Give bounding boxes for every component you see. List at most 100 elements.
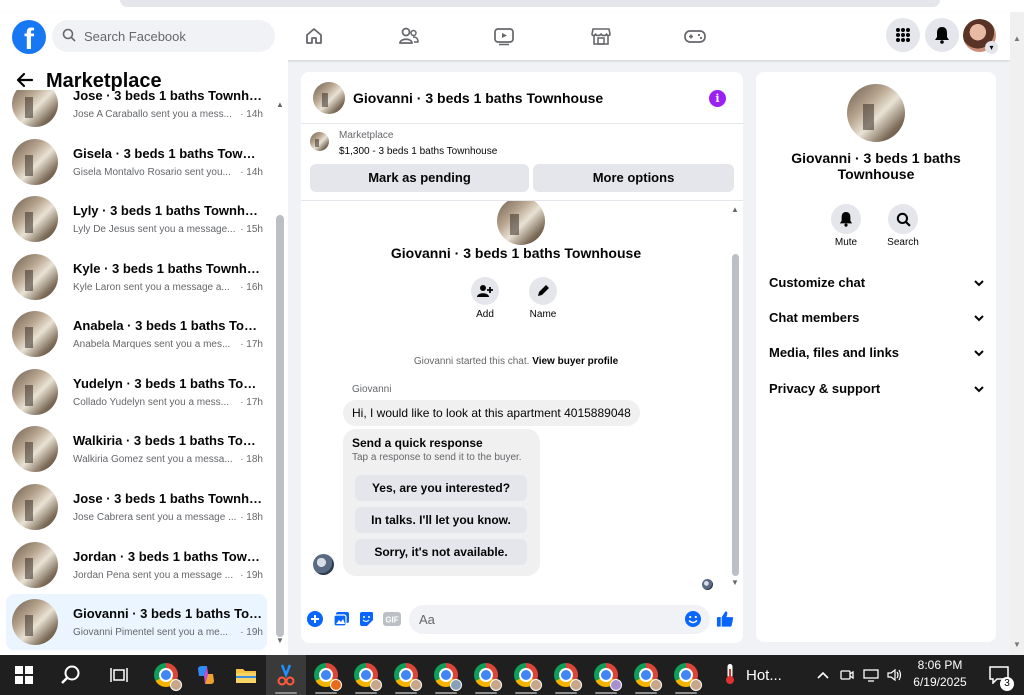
- conversation-item[interactable]: Gisela · 3 beds 1 baths Townhou... Gisela…: [6, 134, 267, 190]
- more-options-button[interactable]: More options: [533, 164, 734, 192]
- chat-started-notice: Giovanni started this chat. View buyer p…: [301, 356, 731, 367]
- sidebar-scrollbar[interactable]: ▲ ▼: [275, 100, 285, 648]
- listing-profile-thumbnail[interactable]: [847, 84, 905, 142]
- scroll-down-icon[interactable]: ▼: [731, 578, 739, 587]
- conversation-item[interactable]: Anabela · 3 beds 1 baths Townh... Anabela…: [6, 306, 267, 362]
- meet-now-icon[interactable]: [838, 655, 856, 695]
- conversation-title: Yudelyn · 3 beds 1 baths Townh...: [73, 376, 263, 391]
- bell-icon[interactable]: [925, 18, 959, 52]
- listing-thumbnail: [12, 90, 58, 127]
- section-label: Privacy & support: [769, 381, 881, 396]
- chrome-icon[interactable]: [146, 655, 186, 695]
- bell-icon[interactable]: [831, 204, 861, 234]
- windows-start-icon[interactable]: [6, 655, 42, 695]
- conversation-item[interactable]: Kyle · 3 beds 1 baths Townhouse Kyle Laro…: [6, 249, 267, 305]
- chrome-icon[interactable]: [546, 655, 586, 695]
- friends-icon[interactable]: [396, 24, 422, 48]
- chrome-icon[interactable]: [426, 655, 466, 695]
- media-files-links-section[interactable]: Media, files and links: [769, 345, 984, 360]
- copilot-icon[interactable]: [186, 655, 226, 695]
- menu-grid-icon[interactable]: [886, 18, 920, 52]
- quick-reply-yes-button[interactable]: Yes, are you interested?: [355, 475, 527, 501]
- task-view-icon[interactable]: [100, 655, 138, 695]
- weather-widget[interactable]: Hot...: [724, 655, 794, 695]
- conversation-time: · 17h: [240, 397, 263, 408]
- conversation-time: · 15h: [240, 224, 263, 235]
- chrome-icon[interactable]: [586, 655, 626, 695]
- scroll-thumb[interactable]: [276, 215, 284, 637]
- chat-title[interactable]: Giovanni · 3 beds 1 baths Townhouse: [353, 90, 603, 106]
- chrome-icon[interactable]: [306, 655, 346, 695]
- mark-as-pending-button[interactable]: Mark as pending: [310, 164, 529, 192]
- conversation-preview: Collado Yudelyn sent you a mess... · 17h: [73, 397, 263, 408]
- pencil-icon[interactable]: [529, 277, 557, 305]
- section-label: Chat members: [769, 310, 860, 325]
- conversation-item[interactable]: Jose · 3 beds 1 baths Townhouse Jose Cabr…: [6, 479, 267, 535]
- chrome-icon[interactable]: [346, 655, 386, 695]
- add-person-icon[interactable]: [471, 277, 499, 305]
- page-scrollbar[interactable]: ▲ ▼: [1010, 12, 1024, 655]
- scroll-down-icon[interactable]: ▼: [276, 636, 284, 645]
- conversation-item[interactable]: Giovanni · 3 beds 1 baths Townh... Giovan…: [6, 594, 267, 650]
- incoming-message[interactable]: Hi, I would like to look at this apartme…: [343, 400, 640, 426]
- chevron-up-icon[interactable]: [814, 655, 832, 695]
- scroll-up-icon[interactable]: ▲: [1013, 34, 1021, 43]
- conversation-item[interactable]: Jose · 3 beds 1 baths Townhouse Jose A Ca…: [6, 90, 267, 132]
- scroll-thumb[interactable]: [732, 254, 739, 576]
- home-icon[interactable]: [301, 24, 327, 48]
- scroll-up-icon[interactable]: ▲: [276, 100, 284, 109]
- chrome-icon[interactable]: [386, 655, 426, 695]
- facebook-logo[interactable]: f: [12, 20, 46, 54]
- details-title: Giovanni · 3 beds 1 baths Townhouse: [791, 150, 961, 182]
- chrome-icon[interactable]: [506, 655, 546, 695]
- conversation-message: Giovanni Pimentel sent you a me...: [73, 627, 229, 638]
- thumbs-up-icon[interactable]: [716, 610, 734, 628]
- privacy-support-section[interactable]: Privacy & support: [769, 381, 984, 396]
- notification-icon[interactable]: 3: [982, 655, 1016, 695]
- search-icon[interactable]: [52, 655, 90, 695]
- listing-thumbnail[interactable]: [313, 81, 345, 114]
- scroll-down-icon[interactable]: ▼: [1013, 640, 1021, 649]
- sticker-icon[interactable]: [357, 610, 375, 628]
- conversation-preview: Walkiria Gomez sent you a messa... · 18h: [73, 454, 263, 465]
- quick-reply-in-talks-button[interactable]: In talks. I'll let you know.: [355, 507, 527, 533]
- conversation-time: · 18h: [240, 454, 263, 465]
- chrome-icon[interactable]: [466, 655, 506, 695]
- listing-banner[interactable]: Marketplace $1,300 - 3 beds 1 baths Town…: [301, 124, 743, 160]
- gif-icon[interactable]: GIF: [383, 610, 401, 628]
- conversation-preview: Giovanni Pimentel sent you a me... · 19h: [73, 627, 263, 638]
- emoji-icon[interactable]: [684, 610, 702, 628]
- conversation-item[interactable]: Walkiria · 3 beds 1 baths Townh... Walkir…: [6, 421, 267, 477]
- info-icon[interactable]: i: [709, 90, 726, 107]
- photo-icon[interactable]: [332, 610, 350, 628]
- search-facebook-input[interactable]: Search Facebook: [52, 20, 275, 52]
- snipping-tool-icon[interactable]: [266, 655, 306, 695]
- chrome-icon[interactable]: [626, 655, 666, 695]
- back-arrow-icon[interactable]: [16, 72, 34, 91]
- chat-scrollbar[interactable]: ▲ ▼: [731, 205, 741, 589]
- chevron-down-icon: [974, 345, 984, 360]
- network-icon[interactable]: [862, 655, 880, 695]
- chrome-icon[interactable]: [666, 655, 706, 695]
- conversation-message: Lyly De Jesus sent you a message...: [73, 224, 236, 235]
- chat-members-section[interactable]: Chat members: [769, 310, 984, 325]
- conversation-item[interactable]: Yudelyn · 3 beds 1 baths Townh... Collado…: [6, 364, 267, 420]
- profile-avatar[interactable]: ▾: [963, 19, 998, 54]
- view-buyer-profile-link[interactable]: View buyer profile: [532, 356, 618, 367]
- thermometer-icon: [724, 663, 736, 688]
- conversation-item[interactable]: Jordan · 3 beds 1 baths Townho... Jordan …: [6, 537, 267, 593]
- conversation-item[interactable]: Lyly · 3 beds 1 baths Townhouse Lyly De J…: [6, 191, 267, 247]
- customize-chat-section[interactable]: Customize chat: [769, 275, 984, 290]
- marketplace-icon[interactable]: [588, 24, 614, 48]
- file-explorer-icon[interactable]: [226, 655, 266, 695]
- search-icon[interactable]: [888, 204, 918, 234]
- system-clock[interactable]: 8:06 PM 6/19/2025: [898, 657, 982, 691]
- plus-icon[interactable]: [306, 610, 324, 628]
- gaming-icon[interactable]: [682, 24, 708, 48]
- search-label: Search: [887, 237, 919, 248]
- video-icon[interactable]: [491, 24, 517, 48]
- message-input[interactable]: Aa: [409, 605, 710, 634]
- scroll-up-icon[interactable]: ▲: [731, 205, 739, 214]
- conversation-preview: Jordan Pena sent you a message ... · 19h: [73, 570, 263, 581]
- quick-reply-not-available-button[interactable]: Sorry, it's not available.: [355, 539, 527, 565]
